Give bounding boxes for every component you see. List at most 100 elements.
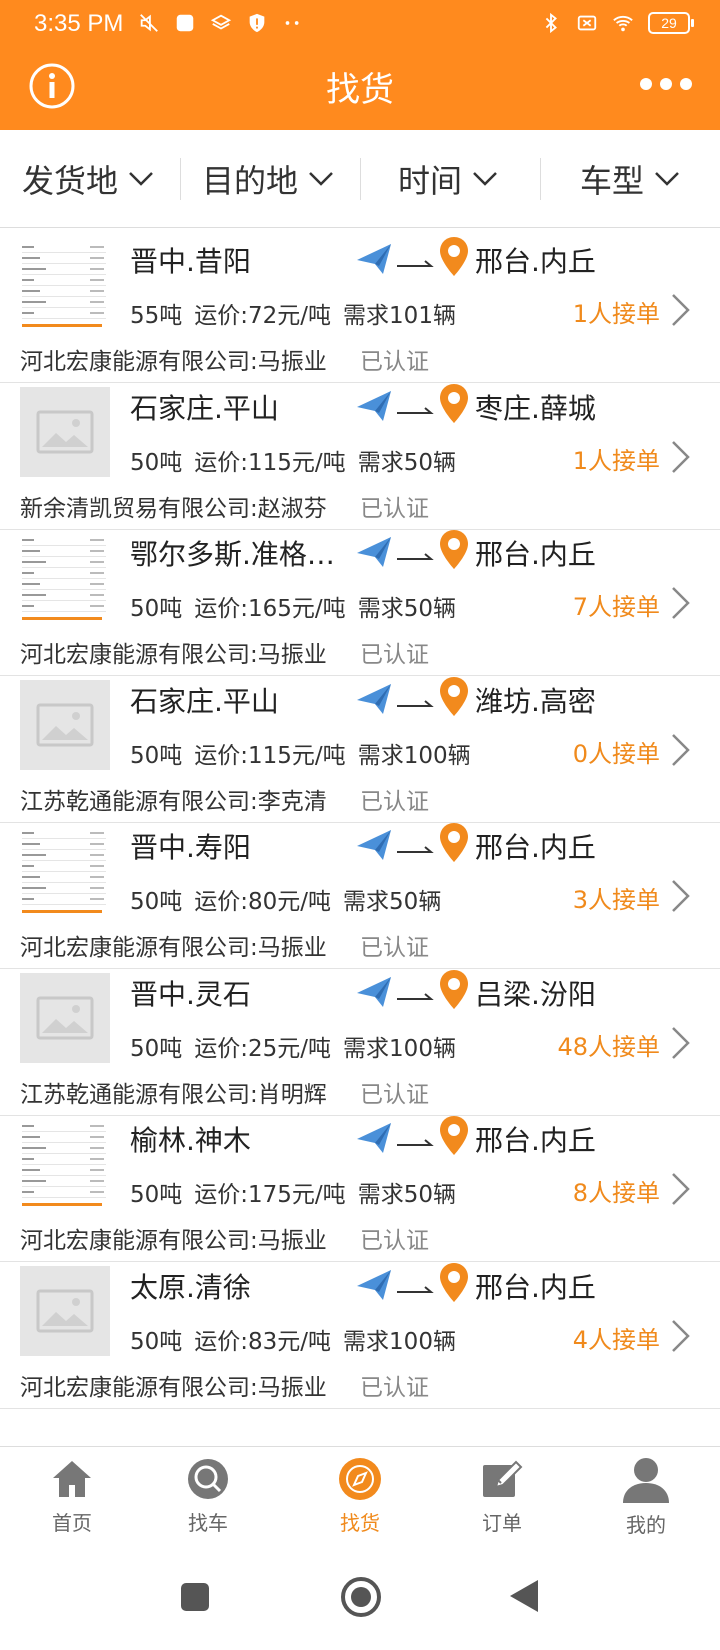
filter-origin[interactable]: 发货地 — [22, 154, 154, 204]
cargo-weight: 50吨 — [130, 743, 183, 769]
profile-icon — [623, 1458, 669, 1503]
cargo-price: 运价:25元/吨 — [194, 1036, 332, 1062]
chevron-right-icon[interactable] — [670, 292, 692, 328]
origin-location: 石家庄.平山 — [130, 392, 279, 425]
status-right-icons: 29 — [540, 12, 694, 34]
route-arrow-icon — [357, 830, 434, 860]
chevron-right-icon[interactable] — [670, 1318, 692, 1354]
filter-bar: 发货地 目的地 时间 车型 — [0, 130, 720, 228]
page-title: 找货 — [326, 70, 394, 110]
back-button[interactable] — [508, 1578, 540, 1614]
cargo-screenshot-thumbnail — [20, 826, 110, 916]
recents-button[interactable] — [180, 1582, 210, 1612]
bottom-tab-bar: 首页 找车 找货 订单 我的 — [0, 1446, 720, 1551]
cargo-list-item[interactable]: 晋中.昔阳 邢台.内丘 55吨 运价:72元/吨 需求101辆 1人接单 河北宏康能… — [0, 228, 720, 383]
takers-count: 1人接单 — [572, 300, 660, 328]
certified-badge: 已认证 — [360, 642, 429, 668]
chevron-down-icon — [655, 172, 679, 186]
location-pin-icon — [440, 970, 468, 1009]
location-pin-icon — [440, 1116, 468, 1155]
shield-icon — [249, 13, 265, 33]
cargo-weight: 50吨 — [130, 1036, 183, 1062]
home-icon — [53, 1461, 91, 1497]
filter-origin-label: 发货地 — [22, 162, 119, 200]
tab-home-label: 首页 — [52, 1511, 92, 1535]
cargo-list-item[interactable]: 晋中.灵石 吕梁.汾阳 50吨 运价:25元/吨 需求100辆 48人接单 江苏乾通… — [0, 961, 720, 1116]
chevron-right-icon[interactable] — [670, 878, 692, 914]
layers-icon — [210, 14, 232, 30]
route-arrow-icon — [357, 977, 434, 1007]
tab-find-cargo-label: 找货 — [340, 1511, 380, 1535]
mute-icon — [140, 14, 158, 32]
chevron-right-icon[interactable] — [670, 1025, 692, 1061]
route-arrow-icon — [357, 391, 434, 421]
certified-badge: 已认证 — [360, 1228, 429, 1254]
certified-badge: 已认证 — [360, 349, 429, 375]
image-placeholder-icon — [20, 680, 110, 770]
location-pin-icon — [440, 677, 468, 716]
destination-location: 邢台.内丘 — [475, 1124, 596, 1157]
tab-profile[interactable]: 我的 — [596, 1457, 696, 1538]
destination-location: 邢台.内丘 — [475, 538, 596, 571]
cargo-list-item[interactable]: 石家庄.平山 枣庄.薛城 50吨 运价:115元/吨 需求50辆 1人接单 新余清凯… — [0, 375, 720, 530]
cargo-price: 运价:72元/吨 — [194, 303, 332, 329]
takers-count: 8人接单 — [572, 1179, 660, 1207]
cargo-price: 运价:83元/吨 — [194, 1329, 332, 1355]
tab-orders[interactable]: 订单 — [452, 1457, 552, 1536]
chevron-right-icon[interactable] — [670, 1171, 692, 1207]
takers-count: 48人接单 — [557, 1033, 660, 1061]
chevron-right-icon[interactable] — [670, 732, 692, 768]
certified-badge: 已认证 — [360, 935, 429, 961]
company-name: 江苏乾通能源有限公司:肖明辉 — [20, 1082, 327, 1108]
company-name: 河北宏康能源有限公司:马振业 — [20, 642, 327, 668]
cargo-price: 运价:115元/吨 — [194, 743, 346, 769]
app-bar: 找货 — [0, 52, 720, 130]
chevron-right-icon[interactable] — [670, 439, 692, 475]
cargo-details: 50吨 运价:175元/吨 需求50辆 — [130, 1175, 468, 1209]
location-pin-icon — [440, 530, 468, 569]
cargo-details: 50吨 运价:115元/吨 需求100辆 — [130, 736, 483, 770]
destination-location: 潍坊.高密 — [475, 685, 596, 718]
cargo-list-item[interactable]: 鄂尔多斯.准格尔... 邢台.内丘 50吨 运价:165元/吨 需求50辆 7人接单… — [0, 521, 720, 676]
image-placeholder-icon — [20, 387, 110, 477]
more-dots-icon — [285, 21, 299, 25]
origin-location: 太原.清徐 — [130, 1271, 251, 1304]
cargo-price: 运价:165元/吨 — [194, 596, 346, 622]
chevron-down-icon — [309, 172, 333, 186]
image-placeholder-icon — [20, 973, 110, 1063]
cargo-demand: 需求50辆 — [357, 450, 456, 476]
takers-count: 1人接单 — [572, 447, 660, 475]
destination-location: 枣庄.薛城 — [475, 392, 596, 425]
cargo-list-item[interactable]: 晋中.寿阳 邢台.内丘 50吨 运价:80元/吨 需求50辆 3人接单 河北宏康能源… — [0, 814, 720, 969]
origin-location: 榆林.神木 — [130, 1124, 251, 1157]
route-arrow-icon — [357, 684, 434, 714]
chevron-right-icon[interactable] — [670, 585, 692, 621]
divider — [540, 158, 541, 200]
filter-time[interactable]: 时间 — [398, 154, 498, 204]
tab-find-cargo[interactable]: 找货 — [310, 1457, 410, 1536]
certified-badge: 已认证 — [360, 1375, 429, 1401]
cargo-list-item[interactable]: 太原.清徐 邢台.内丘 50吨 运价:83元/吨 需求100辆 4人接单 河北宏康能… — [0, 1254, 720, 1409]
tab-home[interactable]: 首页 — [22, 1457, 122, 1536]
cargo-demand: 需求50辆 — [357, 596, 456, 622]
cargo-details: 55吨 运价:72元/吨 需求101辆 — [130, 296, 468, 330]
company-name: 新余清凯贸易有限公司:赵淑芬 — [20, 496, 327, 522]
status-bar: 3:35 PM 29 — [0, 0, 720, 52]
chevron-down-icon — [473, 172, 497, 186]
location-pin-icon — [440, 1263, 468, 1302]
cargo-list-item[interactable]: 石家庄.平山 潍坊.高密 50吨 运价:115元/吨 需求100辆 0人接单 江苏乾… — [0, 668, 720, 823]
cargo-demand: 需求100辆 — [343, 1329, 456, 1355]
filter-time-label: 时间 — [398, 162, 463, 200]
destination-location: 邢台.内丘 — [475, 1271, 596, 1304]
cargo-list-item[interactable]: 榆林.神木 邢台.内丘 50吨 运价:175元/吨 需求50辆 8人接单 河北宏康能… — [0, 1107, 720, 1262]
cargo-weight: 55吨 — [130, 303, 183, 329]
more-options-icon[interactable] — [638, 72, 694, 96]
edit-icon — [483, 1460, 523, 1497]
filter-vehicle-type[interactable]: 车型 — [580, 154, 680, 204]
image-placeholder-icon — [20, 1266, 110, 1356]
tab-find-vehicle[interactable]: 找车 — [158, 1457, 258, 1536]
home-button[interactable] — [340, 1576, 382, 1618]
search-car-icon — [188, 1459, 228, 1499]
filter-destination[interactable]: 目的地 — [202, 154, 334, 204]
cargo-details: 50吨 运价:80元/吨 需求50辆 — [130, 882, 453, 916]
